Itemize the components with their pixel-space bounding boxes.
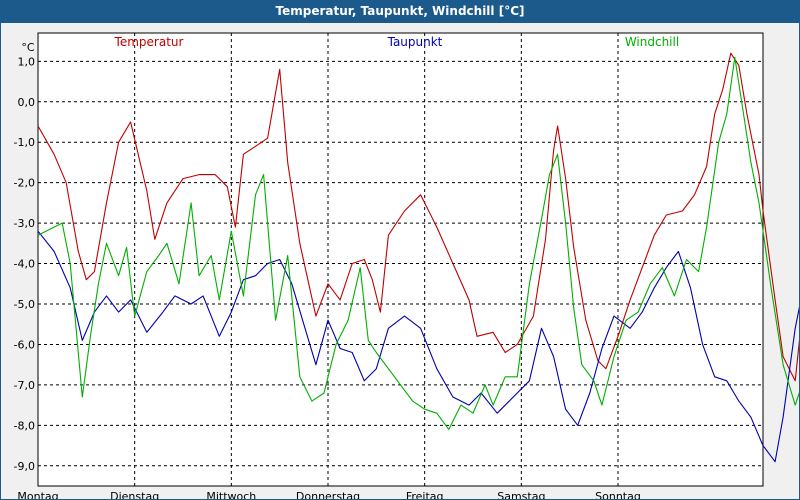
y-unit-label: °C [21, 41, 35, 54]
x-tick-day-label: Dienstag [110, 490, 159, 499]
temperature-chart: 1,0 0,0 -1,0 -2,0 -3,0 -4,0 -5,0 -6,0 -7,0 -8,0 -9… [14, 32, 799, 499]
x-tick-day-label: Montag [17, 490, 58, 499]
y-tick-label: -8,0 [14, 419, 35, 432]
y-tick-label: 0,0 [18, 96, 36, 109]
x-tick-day-label: Samstag [497, 490, 545, 499]
x-tick-day-label: Mittwoch [206, 490, 256, 499]
chart-frame: 1,0 0,0 -1,0 -2,0 -3,0 -4,0 -5,0 -6,0 -7,0 -8,0 -9… [0, 22, 800, 500]
x-tick-day-label: Freitag [406, 490, 444, 499]
y-tick-label: 1,0 [18, 55, 36, 68]
window-title: Temperatur, Taupunkt, Windchill [°C] [275, 4, 525, 18]
legend-label-windchill: Windchill [625, 35, 679, 49]
y-tick-label: -5,0 [14, 298, 35, 311]
y-tick-label: -6,0 [14, 338, 35, 351]
x-tick-day-label: Sonntag [595, 490, 641, 499]
y-tick-label: -3,0 [14, 217, 35, 230]
legend-label-taupunkt: Taupunkt [387, 35, 443, 49]
plot-area [37, 32, 764, 487]
y-tick-label: -2,0 [14, 177, 35, 190]
window-title-bar: Temperatur, Taupunkt, Windchill [°C] [0, 0, 800, 22]
legend-label-temperatur: Temperatur [114, 35, 184, 49]
x-tick-day-label: Donnerstag [296, 490, 360, 499]
y-tick-label: -9,0 [14, 460, 35, 473]
y-tick-label: -1,0 [14, 136, 35, 149]
y-tick-label: -4,0 [14, 258, 35, 271]
y-tick-label: -7,0 [14, 379, 35, 392]
